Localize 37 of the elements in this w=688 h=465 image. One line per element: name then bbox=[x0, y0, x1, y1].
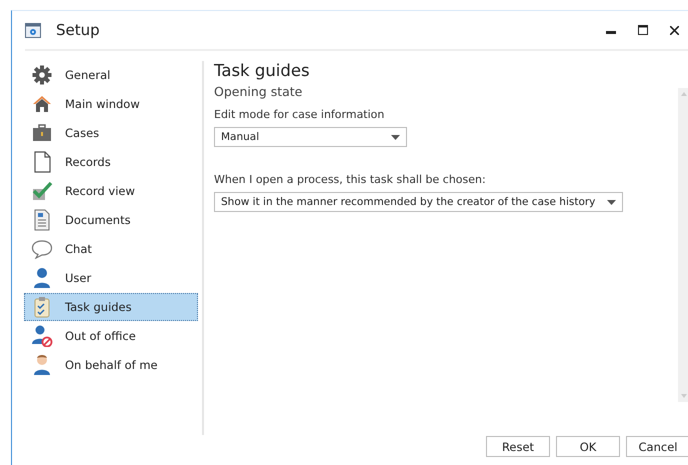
briefcase-icon bbox=[32, 123, 52, 143]
sidebar-item[interactable]: Main window bbox=[24, 90, 198, 118]
gear-icon bbox=[32, 65, 52, 85]
text-document-icon bbox=[32, 209, 52, 231]
sidebar-item[interactable]: Cases bbox=[24, 119, 198, 147]
sidebar-item[interactable]: Task guides bbox=[24, 293, 198, 321]
sidebar-item[interactable]: Documents bbox=[24, 206, 198, 234]
sidebar-item[interactable]: Record view bbox=[24, 177, 198, 205]
house-icon bbox=[32, 94, 52, 114]
page-heading: Task guides bbox=[214, 61, 311, 80]
settings-icon bbox=[25, 22, 41, 38]
dialog-button[interactable]: OK bbox=[556, 436, 620, 457]
dropdown[interactable]: Show it in the manner recommended by the creator of the case history bbox=[214, 192, 624, 212]
dialog-button[interactable]: Reset bbox=[486, 436, 550, 457]
sidebar-item[interactable]: Records bbox=[24, 148, 198, 176]
sidebar-item[interactable]: On behalf of me bbox=[24, 351, 198, 379]
person-icon bbox=[32, 354, 52, 376]
window-title: Setup bbox=[56, 21, 101, 39]
sidebar-item[interactable]: User bbox=[24, 264, 198, 292]
dialog-button[interactable]: Cancel bbox=[626, 436, 688, 457]
sidebar-item[interactable]: Chat bbox=[24, 235, 198, 263]
dropdown[interactable]: Manual bbox=[214, 127, 407, 147]
checkmark-icon bbox=[31, 181, 53, 201]
user-blocked-icon bbox=[31, 325, 53, 347]
field-label: When I open a process, this task shall be chosen: bbox=[214, 173, 487, 186]
sidebar-item[interactable]: General bbox=[24, 61, 198, 89]
close-icon[interactable] bbox=[670, 26, 679, 34]
sidebar-item[interactable]: Out of office bbox=[24, 322, 198, 350]
maximize-icon[interactable] bbox=[638, 25, 648, 35]
clipboard-icon bbox=[32, 296, 52, 318]
document-icon bbox=[32, 151, 52, 173]
speech-bubble-icon bbox=[31, 239, 53, 259]
dropdown-arrow-icon bbox=[391, 134, 400, 140]
section-heading: Opening state bbox=[214, 84, 304, 99]
user-icon bbox=[32, 267, 52, 289]
field-label: Edit mode for case information bbox=[214, 108, 386, 121]
dropdown-arrow-icon bbox=[607, 200, 616, 204]
